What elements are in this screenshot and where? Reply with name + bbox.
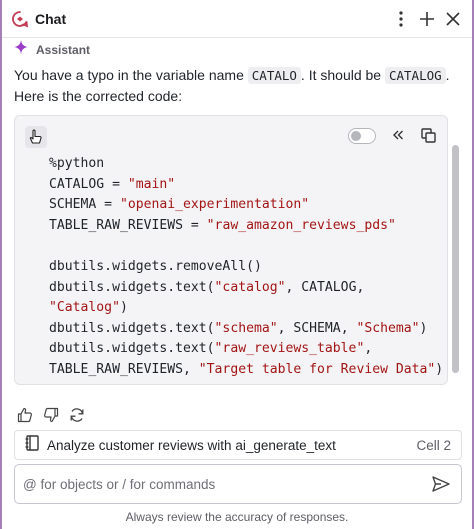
toggle-knob (351, 131, 361, 141)
close-icon[interactable] (442, 8, 464, 30)
code-token: dbutils.widgets.text( (49, 279, 215, 295)
code-string-token: "Catalog" (49, 300, 120, 316)
code-token: SCHEMA = (49, 197, 120, 213)
code-token: , CATALOG, (285, 279, 365, 295)
code-content: %python CATALOG = "main" SCHEMA = "opena… (49, 154, 443, 381)
thumbs-up-icon[interactable] (16, 406, 34, 424)
code-string-token: "openai_experimentation" (119, 197, 310, 213)
feedback-row (16, 406, 86, 424)
code-token: ) (435, 361, 444, 377)
code-line: dbutils.widgets.text("schema", SCHEMA, "… (49, 321, 427, 336)
code-toggle[interactable] (348, 128, 376, 144)
inline-code-fix: CATALOG (384, 67, 446, 84)
code-line: CATALOG = "main" (49, 177, 175, 192)
message-text-1: You have a typo in the variable name (14, 67, 248, 83)
code-token: , SCHEMA, (277, 320, 357, 336)
scrollbar-thumb[interactable] (452, 145, 459, 373)
code-token: ) (419, 320, 428, 336)
code-line: "Catalog") (49, 300, 128, 315)
code-token: TABLE_RAW_REVIEWS, (49, 361, 199, 377)
code-token: ) (119, 300, 128, 316)
code-line: dbutils.widgets.text("raw_reviews_table"… (49, 341, 372, 356)
code-string-token: "schema" (214, 320, 278, 336)
code-line: SCHEMA = "openai_experimentation" (49, 197, 309, 212)
code-string-token: "raw_reviews_table" (214, 341, 365, 357)
code-line: dbutils.widgets.text("catalog", CATALOG, (49, 280, 364, 295)
sparkle-icon (14, 40, 28, 59)
chat-input[interactable] (23, 476, 429, 492)
message-text-2: . It should be (300, 67, 385, 83)
code-string-token: "catalog" (214, 279, 286, 295)
code-line: %python (49, 156, 104, 171)
code-block: %python CATALOG = "main" SCHEMA = "opena… (14, 115, 448, 385)
code-string-token: "Target table for Review Data" (198, 361, 436, 377)
cell-reference[interactable]: Analyze customer reviews with ai_generat… (14, 430, 462, 460)
cell-number: Cell 2 (416, 437, 451, 453)
refresh-icon[interactable] (68, 406, 86, 424)
code-token: %python (49, 156, 105, 171)
chat-logo-icon (11, 10, 29, 28)
inline-code-typo: CATALO (247, 67, 301, 84)
plus-icon[interactable] (416, 8, 438, 30)
thumbs-down-icon[interactable] (42, 406, 60, 424)
code-string-token: "Schema" (356, 320, 420, 336)
chat-input-box (14, 464, 462, 504)
cell-reference-label: Analyze customer reviews with ai_generat… (47, 437, 336, 453)
insert-cursor-icon[interactable] (25, 126, 47, 148)
assistant-label-row: Assistant (14, 40, 90, 59)
send-icon[interactable] (429, 472, 453, 496)
assistant-message: You have a typo in the variable name CAT… (14, 65, 462, 107)
more-vertical-icon[interactable] (390, 8, 412, 30)
assistant-label: Assistant (36, 42, 91, 57)
code-line: dbutils.widgets.removeAll() (49, 259, 262, 274)
double-chevron-left-icon[interactable] (388, 125, 408, 145)
code-line: TABLE_RAW_REVIEWS, "Target table for Rev… (49, 362, 443, 377)
notebook-icon (25, 434, 39, 456)
code-string-token: "raw_amazon_reviews_pds" (206, 217, 396, 233)
chat-header: Chat (2, 0, 472, 38)
code-token: , (364, 341, 373, 357)
code-token: CATALOG = (49, 176, 128, 192)
code-token: dbutils.widgets.removeAll() (49, 258, 262, 274)
code-token: dbutils.widgets.text( (49, 320, 215, 336)
code-token: dbutils.widgets.text( (49, 341, 215, 357)
code-string-token: "main" (127, 176, 176, 192)
copy-icon[interactable] (418, 125, 438, 145)
code-token: TABLE_RAW_REVIEWS = (49, 217, 207, 233)
disclaimer-text: Always review the accuracy of responses. (125, 510, 349, 524)
chat-title: Chat (35, 10, 67, 27)
code-line: TABLE_RAW_REVIEWS = "raw_amazon_reviews_… (49, 218, 396, 233)
